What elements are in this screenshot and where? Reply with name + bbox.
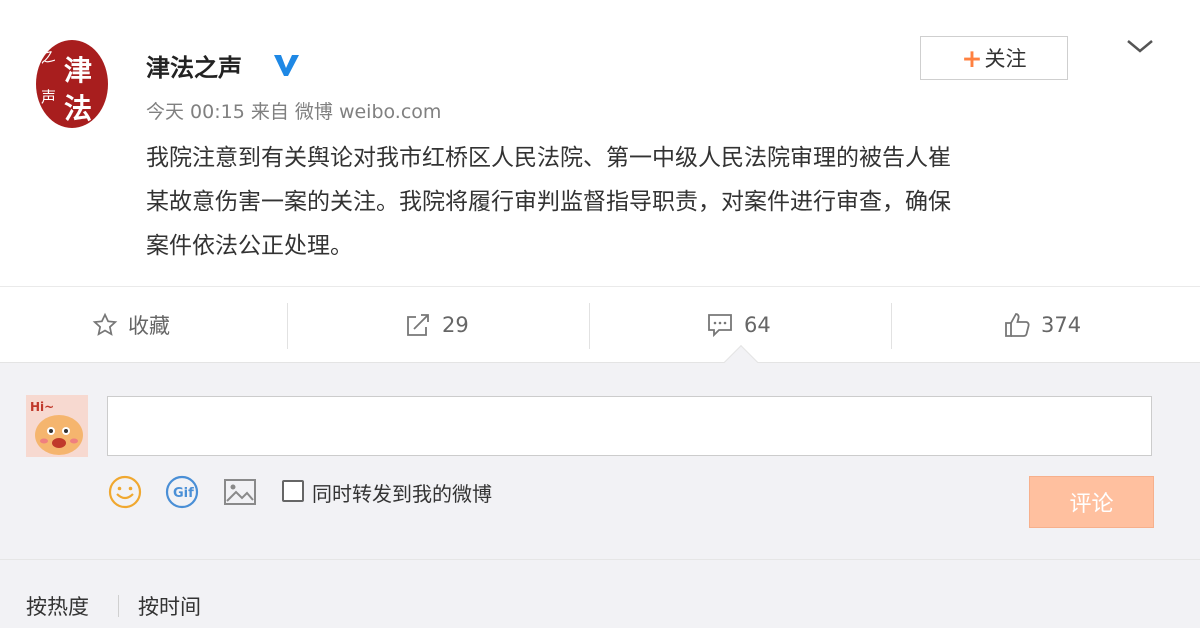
sort-divider (118, 595, 119, 617)
author-avatar[interactable]: 之 声 津 法 (34, 38, 110, 130)
avatar-hi-text: Hi~ (30, 400, 54, 414)
post-time[interactable]: 今天 00:15 (146, 101, 245, 123)
sort-divider-line (0, 559, 1200, 560)
post-meta: 今天 00:15 来自 微博 weibo.com (146, 97, 441, 124)
favorite-button[interactable]: 收藏 (92, 287, 170, 363)
sort-by-time[interactable]: 按时间 (138, 591, 201, 621)
gif-icon[interactable]: Gif (164, 474, 200, 510)
action-divider (287, 303, 288, 349)
plus-icon: + (961, 43, 983, 73)
author-name[interactable]: 津法之声 (146, 48, 242, 83)
follow-label: 关注 (984, 47, 1027, 71)
weibo-post: 之 声 津 法 津法之声 今天 00:15 来自 微博 weibo.com 我院… (0, 0, 1200, 286)
like-button[interactable]: 374 (1003, 287, 1081, 363)
content-line: 案件依法公正处理。 (146, 233, 353, 259)
repost-count: 29 (442, 313, 469, 337)
action-divider (891, 303, 892, 349)
favorite-label: 收藏 (128, 314, 170, 338)
content-line: 某故意伤害一案的关注。我院将履行审判监督指导职责，对案件进行审查，确保 (146, 189, 951, 215)
source-prefix: 来自 (250, 101, 289, 123)
avatar-char-sheng: 声 (41, 88, 56, 106)
image-icon[interactable] (222, 474, 258, 510)
content-line: 我院注意到有关舆论对我市红桥区人民法院、第一中级人民法院审理的被告人崔 (146, 145, 951, 171)
also-repost-checkbox[interactable] (282, 480, 304, 502)
comment-icon (708, 314, 732, 338)
share-icon (407, 314, 429, 336)
follow-button[interactable]: + 关注 (920, 36, 1068, 80)
avatar-char-jin: 津 (64, 54, 92, 87)
comment-count: 64 (744, 313, 771, 337)
comment-submit-button[interactable]: 评论 (1029, 476, 1154, 528)
action-bar: 收藏 29 64 374 (0, 286, 1200, 362)
action-divider (589, 303, 590, 349)
post-source[interactable]: 微博 weibo.com (295, 101, 442, 123)
user-avatar[interactable]: Hi~ (26, 395, 88, 457)
comment-panel: Hi~ Gif 同时转发到我的微博 评论 按热度 按时间 (0, 345, 1200, 628)
star-icon (92, 312, 118, 336)
chevron-down-icon[interactable] (1124, 36, 1156, 56)
repost-button[interactable]: 29 (404, 287, 469, 363)
svg-text:Gif: Gif (173, 486, 194, 501)
comment-input[interactable] (107, 396, 1152, 456)
thumbs-up-icon (1005, 313, 1030, 337)
also-repost-label[interactable]: 同时转发到我的微博 (312, 478, 492, 507)
post-content: 我院注意到有关舆论对我市红桥区人民法院、第一中级人民法院审理的被告人崔 某故意伤… (146, 136, 1156, 268)
sort-by-hot[interactable]: 按热度 (26, 591, 89, 621)
verified-v-icon (274, 55, 299, 76)
avatar-char-fa: 法 (64, 92, 92, 125)
like-count: 374 (1041, 313, 1082, 337)
smile-emoji-icon[interactable] (107, 474, 143, 510)
